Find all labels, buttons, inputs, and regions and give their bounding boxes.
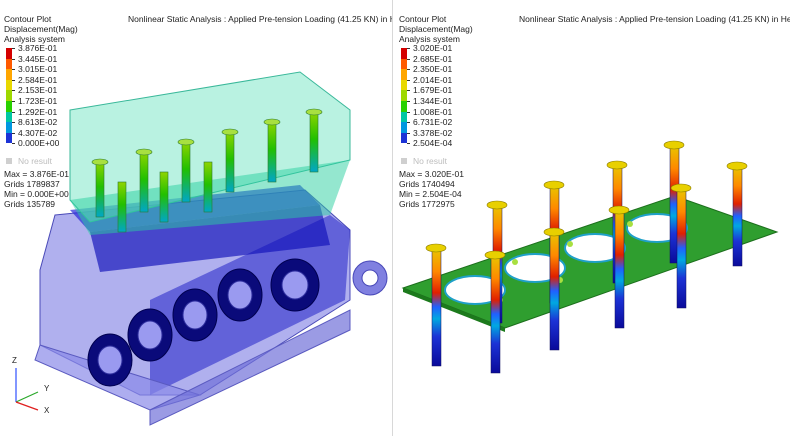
legend-plot-type: Contour Plot <box>399 14 447 24</box>
max-grid: Grids 1789837 <box>4 178 60 189</box>
viewport-right[interactable]: Nonlinear Static Analysis : Applied Pre-… <box>395 0 790 436</box>
min-grid: Grids 1772975 <box>399 198 455 209</box>
triad-z-label: Z <box>12 356 17 365</box>
no-result-entry: No result <box>399 156 473 166</box>
max-value: Max = 3.876E-01 <box>4 168 69 179</box>
max-grid: Grids 1740494 <box>399 178 455 189</box>
legend-value: 2.685E-01 <box>413 53 453 64</box>
legend-value: 2.153E-01 <box>18 85 58 96</box>
analysis-title: Nonlinear Static Analysis : Applied Pre-… <box>128 14 392 24</box>
legend-value: 1.679E-01 <box>413 85 453 96</box>
legend-value: 3.015E-01 <box>18 64 58 75</box>
legend-scale: 3.020E-01 2.685E-01 2.350E-01 2.014E-01 … <box>399 43 473 150</box>
contour-legend: Contour Plot Displacement(Mag) Analysis … <box>399 14 473 209</box>
legend-result-type: Displacement(Mag) <box>399 24 473 34</box>
legend-level: 2.504E-04 <box>399 138 473 150</box>
legend-value: 2.014E-01 <box>413 74 453 85</box>
legend-value: 6.731E-02 <box>413 117 453 128</box>
legend-value: 1.723E-01 <box>18 95 58 106</box>
legend-value: 8.613E-02 <box>18 117 58 128</box>
legend-value: 4.307E-02 <box>18 127 58 138</box>
viewport-left[interactable]: Nonlinear Static Analysis : Applied Pre-… <box>0 0 392 436</box>
axis-triad-icon: Z Y X <box>8 354 88 424</box>
viewport-divider <box>392 0 393 436</box>
legend-value: 3.445E-01 <box>18 53 58 64</box>
no-result-entry: No result <box>4 156 78 166</box>
max-value: Max = 3.020E-01 <box>399 168 464 179</box>
legend-stats: Max = 3.020E-01 Grids 1740494 Min = 2.50… <box>399 169 473 209</box>
legend-value: 1.008E-01 <box>413 106 453 117</box>
min-grid: Grids 135789 <box>4 198 56 209</box>
hyperview-window: Nonlinear Static Analysis : Applied Pre-… <box>0 0 790 436</box>
legend-value: 2.504E-04 <box>413 138 453 149</box>
legend-value: 1.292E-01 <box>18 106 58 117</box>
legend-plot-type: Contour Plot <box>4 14 52 24</box>
legend-header: Contour Plot Displacement(Mag) Analysis … <box>399 14 473 44</box>
legend-header: Contour Plot Displacement(Mag) Analysis … <box>4 14 78 44</box>
legend-level: 0.000E+00 <box>4 138 78 150</box>
analysis-title: Nonlinear Static Analysis : Applied Pre-… <box>519 14 790 24</box>
legend-value: 3.378E-02 <box>413 127 453 138</box>
min-value: Min = 0.000E+00 <box>4 188 69 199</box>
legend-result-type: Displacement(Mag) <box>4 24 78 34</box>
legend-value: 0.000E+00 <box>18 138 60 149</box>
legend-value: 1.344E-01 <box>413 95 453 106</box>
contour-legend: Contour Plot Displacement(Mag) Analysis … <box>4 14 78 209</box>
triad-x-label: X <box>44 406 50 415</box>
triad-y-label: Y <box>44 384 50 393</box>
legend-scale: 3.876E-01 3.445E-01 3.015E-01 2.584E-01 … <box>4 43 78 150</box>
legend-value: 3.020E-01 <box>413 43 453 53</box>
legend-value: 2.350E-01 <box>413 64 453 75</box>
min-value: Min = 2.504E-04 <box>399 188 462 199</box>
legend-value: 3.876E-01 <box>18 43 58 53</box>
legend-value: 2.584E-01 <box>18 74 58 85</box>
legend-stats: Max = 3.876E-01 Grids 1789837 Min = 0.00… <box>4 169 78 209</box>
